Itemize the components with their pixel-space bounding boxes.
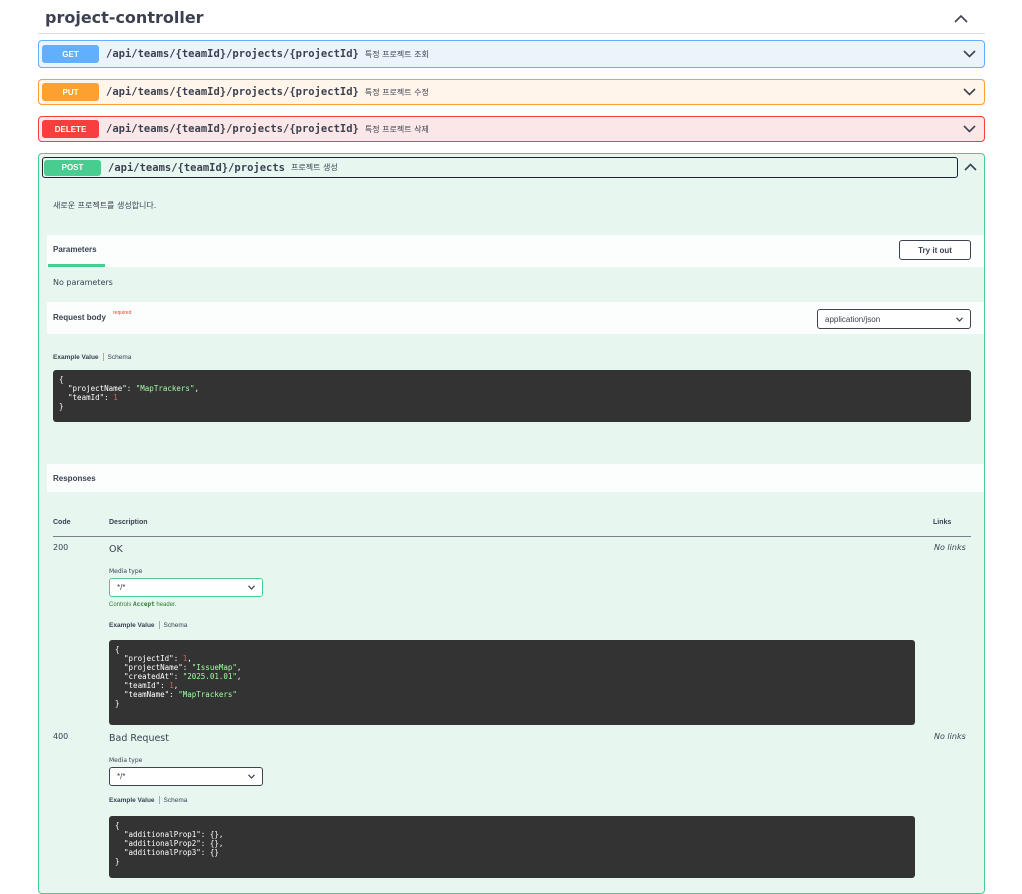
- chevron-down-icon: [955, 316, 963, 322]
- method-badge-post: POST: [44, 159, 101, 176]
- response-200-example-code: { "projectId": 1, "projectName": "IssueM…: [109, 640, 915, 725]
- response-code-200: 200: [53, 543, 69, 552]
- media-type-label: Media type: [109, 568, 143, 575]
- operation-put-project[interactable]: PUT /api/teams/{teamId}/projects/{projec…: [38, 79, 985, 105]
- operation-post-project: POST /api/teams/{teamId}/projects 프로젝트 생…: [38, 153, 985, 894]
- table-header-rule: [53, 536, 971, 537]
- tab-separator: [158, 796, 160, 804]
- chevron-up-icon[interactable]: [950, 8, 972, 28]
- chevron-down-icon: [247, 774, 255, 780]
- operation-summary: 특정 프로젝트 조회: [364, 49, 429, 59]
- no-links-text: No links: [934, 732, 966, 741]
- operation-summary: 특정 프로젝트 삭제: [364, 124, 429, 134]
- chevron-down-icon[interactable]: [962, 87, 976, 97]
- media-type-select[interactable]: */*: [109, 767, 263, 786]
- tab-schema[interactable]: Schema: [164, 622, 188, 629]
- response-code-400: 400: [53, 732, 69, 741]
- media-type-label: Media type: [109, 757, 143, 764]
- tab-separator: [102, 353, 104, 361]
- media-type-value: */*: [117, 772, 126, 781]
- tab-active-indicator: [48, 264, 105, 267]
- required-label: required: [113, 310, 132, 316]
- operation-post-header[interactable]: POST /api/teams/{teamId}/projects 프로젝트 생…: [42, 157, 958, 178]
- response-example-tabs: Example Value Schema: [109, 796, 187, 804]
- code-number: 1: [113, 393, 118, 402]
- request-body-label: Request body: [53, 313, 106, 322]
- tab-schema[interactable]: Schema: [108, 354, 132, 361]
- controls-accept-text: Controls Accept header.: [109, 601, 177, 608]
- request-example-tabs: Example Value Schema: [53, 353, 131, 361]
- request-example-code: { "projectName": "MapTrackers", "teamId"…: [53, 370, 971, 422]
- responses-label: Responses: [53, 474, 96, 483]
- column-header-links: Links: [933, 519, 952, 526]
- chevron-down-icon[interactable]: [962, 124, 976, 134]
- content-type-select[interactable]: application/json: [817, 309, 971, 329]
- tab-schema[interactable]: Schema: [164, 797, 188, 804]
- tab-separator: [158, 621, 160, 629]
- method-badge-delete: DELETE: [42, 120, 99, 138]
- tab-example-value[interactable]: Example Value: [53, 354, 99, 361]
- operation-get-project[interactable]: GET /api/teams/{teamId}/projects/{projec…: [38, 40, 985, 68]
- media-type-value: */*: [117, 583, 126, 592]
- chevron-down-icon: [247, 585, 255, 591]
- column-header-code: Code: [53, 519, 71, 526]
- operation-summary: 특정 프로젝트 수정: [364, 87, 429, 97]
- tab-parameters[interactable]: Parameters: [53, 245, 97, 254]
- tab-example-value[interactable]: Example Value: [109, 797, 155, 804]
- code-string: "MapTrackers": [135, 384, 195, 393]
- operation-summary: 프로젝트 생성: [291, 163, 338, 172]
- method-badge-get: GET: [42, 45, 99, 63]
- content-type-value: application/json: [825, 314, 881, 324]
- response-description: Bad Request: [109, 733, 169, 744]
- section-title[interactable]: project-controller: [45, 8, 204, 27]
- operation-delete-project[interactable]: DELETE /api/teams/{teamId}/projects/{pro…: [38, 116, 985, 142]
- no-links-text: No links: [934, 543, 966, 552]
- section-divider: [38, 33, 985, 34]
- response-example-tabs: Example Value Schema: [109, 621, 187, 629]
- chevron-up-icon[interactable]: [963, 162, 977, 172]
- column-header-description: Description: [109, 519, 148, 526]
- operation-description: 새로운 프로젝트를 생성합니다.: [53, 201, 157, 210]
- try-it-out-button[interactable]: Try it out: [899, 240, 971, 260]
- method-badge-put: PUT: [42, 83, 99, 101]
- operation-path: /api/teams/{teamId}/projects/{projectId}: [106, 48, 359, 60]
- operation-path: /api/teams/{teamId}/projects/{projectId}: [106, 123, 359, 135]
- operation-path: /api/teams/{teamId}/projects: [108, 161, 286, 174]
- chevron-down-icon[interactable]: [962, 49, 976, 59]
- no-parameters-text: No parameters: [53, 278, 113, 287]
- response-400-example-code: { "additionalProp1": {}, "additionalProp…: [109, 816, 915, 878]
- tab-example-value[interactable]: Example Value: [109, 622, 155, 629]
- operation-path: /api/teams/{teamId}/projects/{projectId}: [106, 86, 359, 98]
- response-description: OK: [109, 544, 123, 555]
- responses-header-band: [47, 464, 984, 492]
- media-type-select[interactable]: */*: [109, 578, 263, 597]
- parameters-header-band: [47, 235, 984, 267]
